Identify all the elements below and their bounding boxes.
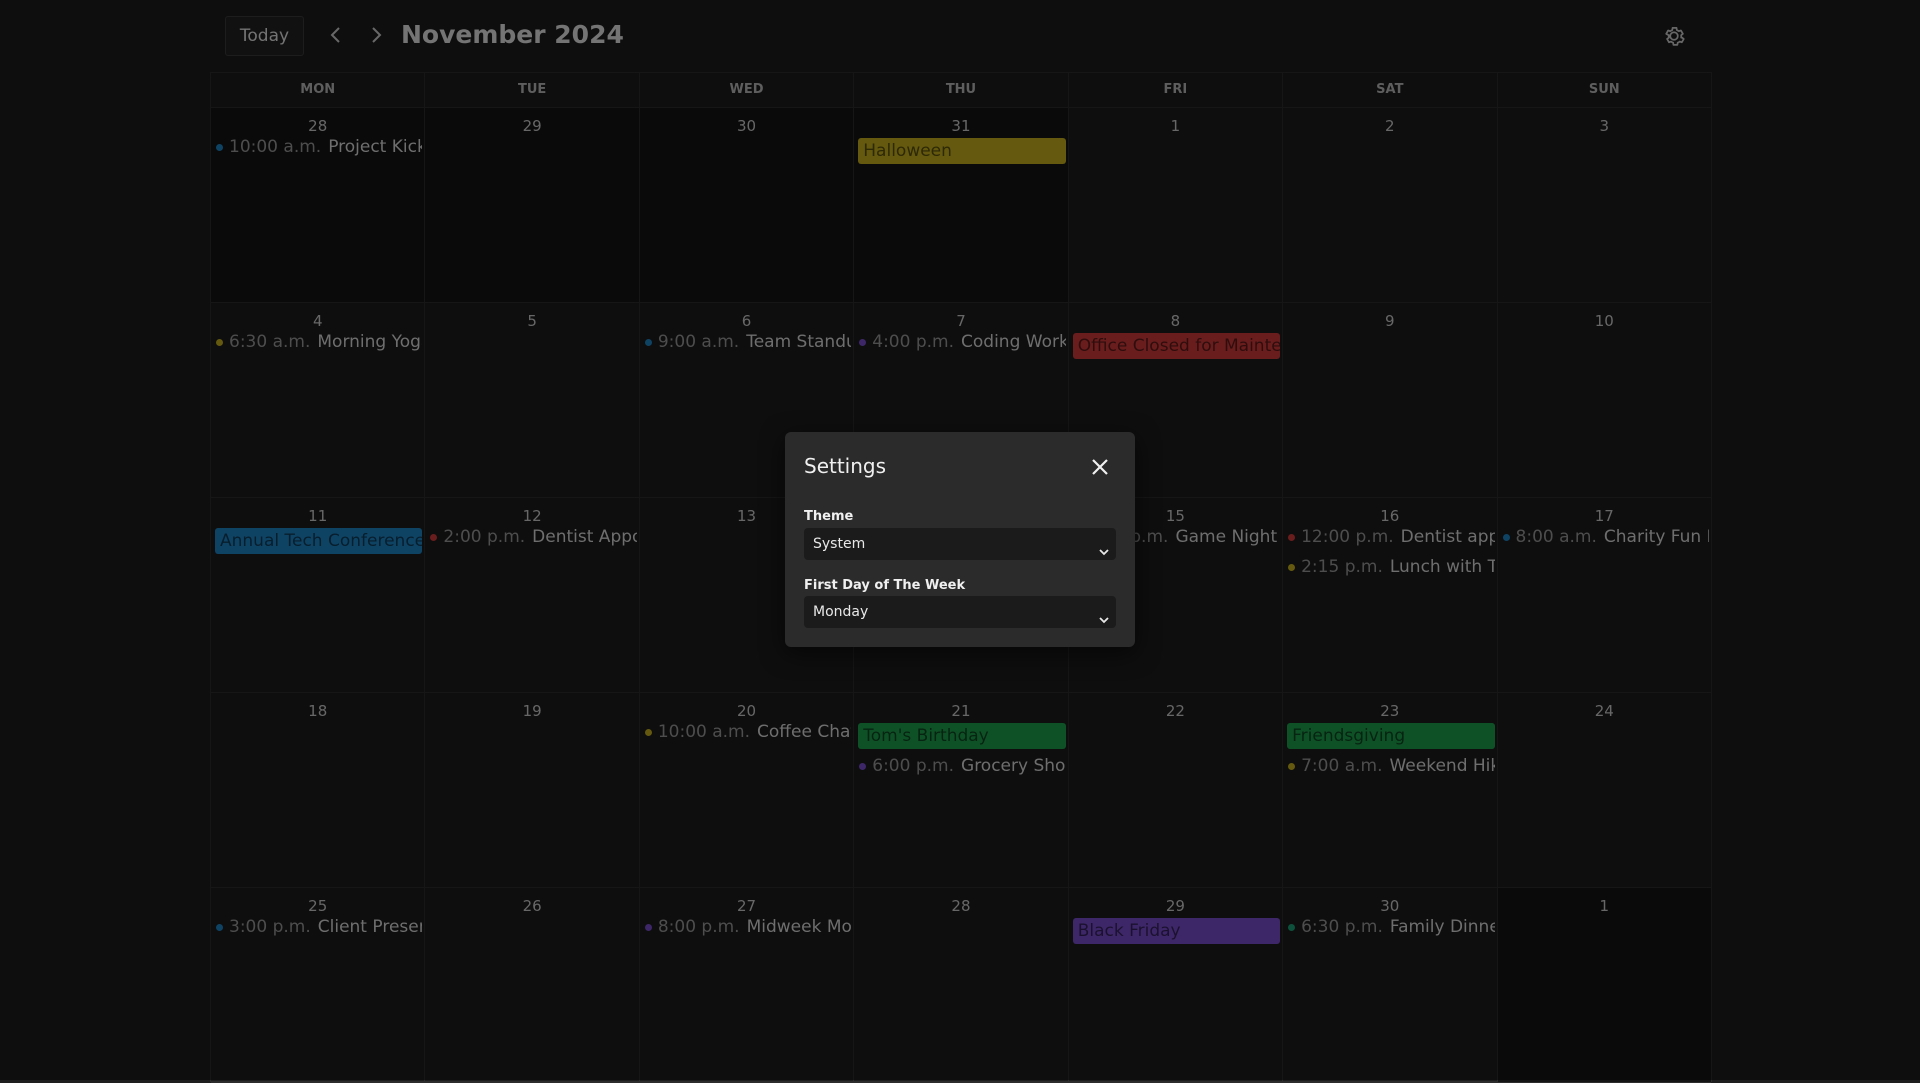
theme-select-value: System [813,536,866,552]
first-day-select-value: Monday [813,604,869,620]
theme-label: Theme [804,509,854,524]
theme-select[interactable]: System [804,528,1116,560]
chevron-down-icon [1098,538,1110,570]
close-icon[interactable] [1087,454,1113,480]
first-day-label: First Day of The Week [804,578,966,593]
settings-title: Settings [804,454,887,478]
chevron-down-icon [1098,606,1110,638]
first-day-select[interactable]: Monday [804,596,1116,628]
settings-dialog: Settings Theme System First Day of The W… [785,432,1135,647]
